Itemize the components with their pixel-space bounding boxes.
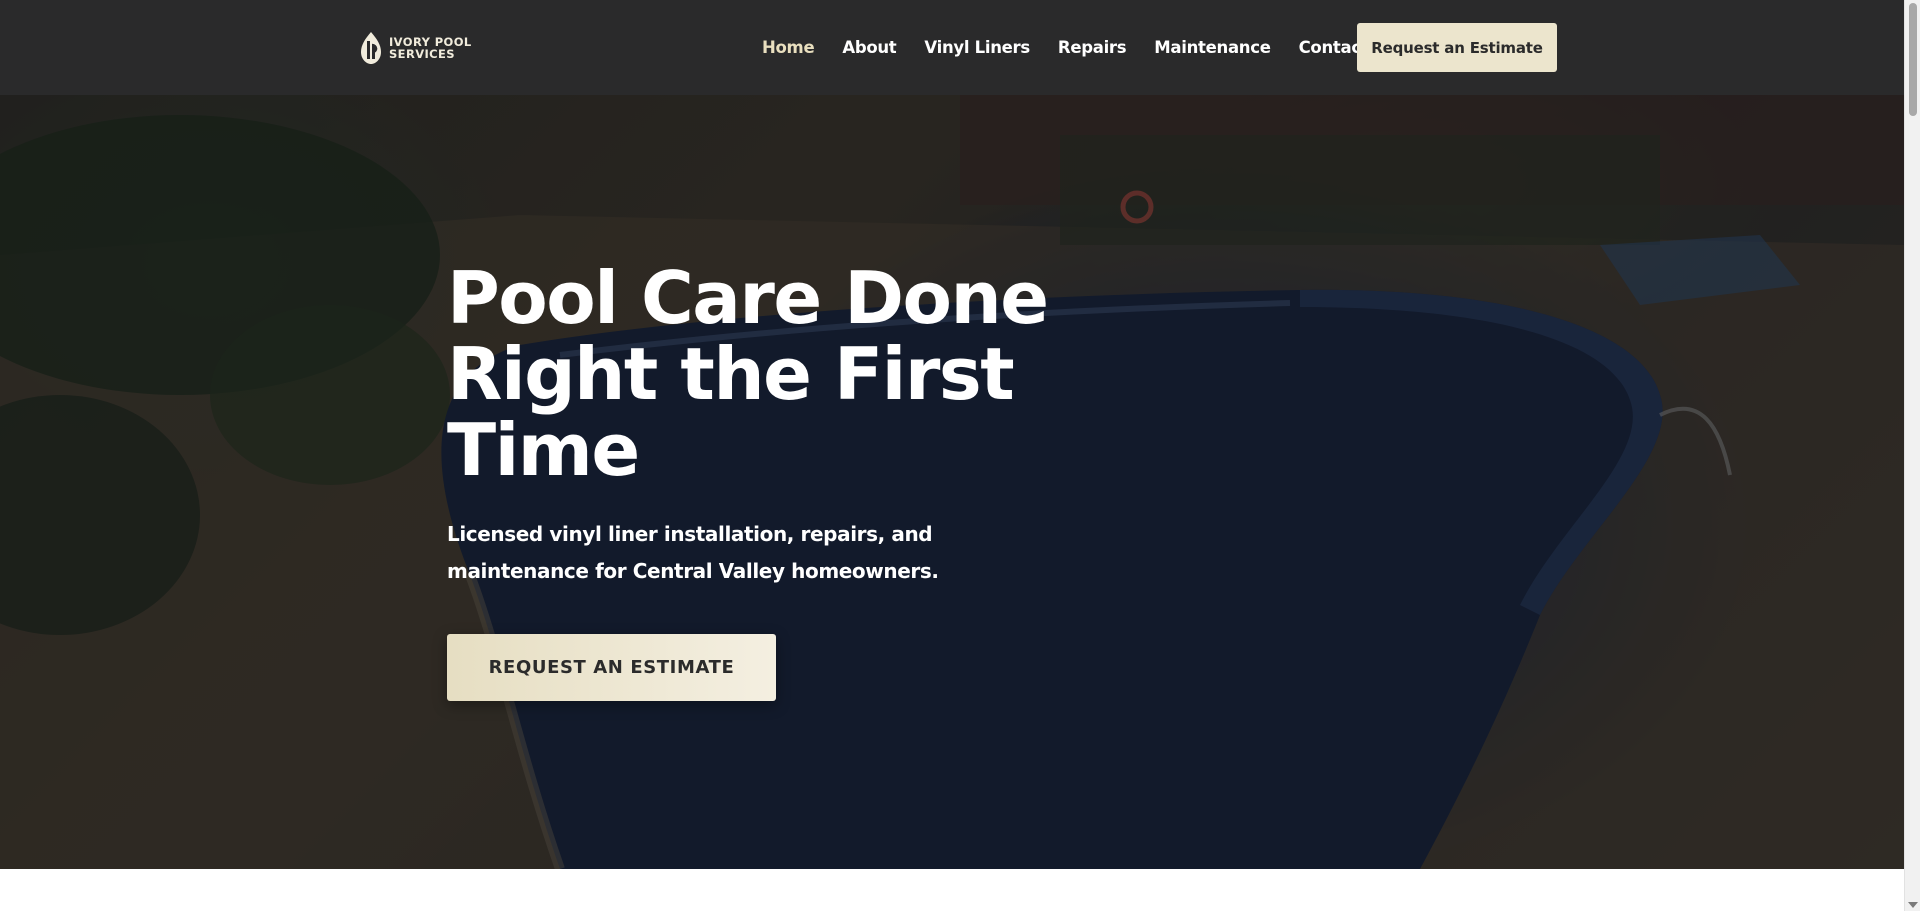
logo-icon (361, 32, 381, 64)
nav-home[interactable]: Home (762, 38, 815, 57)
scroll-down-arrow-icon[interactable] (1908, 902, 1918, 908)
logo-text-line2: SERVICES (389, 47, 455, 61)
header-request-estimate-button[interactable]: Request an Estimate (1357, 23, 1557, 72)
site-header: IVORY POOL SERVICES Home About Vinyl Lin… (0, 0, 1904, 95)
nav-about[interactable]: About (842, 38, 896, 57)
hero-section: Pool Care Done Right the First Time Lice… (0, 95, 1904, 869)
page-scrollbar[interactable] (1904, 0, 1920, 911)
hero-subtitle: Licensed vinyl liner installation, repai… (447, 522, 939, 583)
hero-content: Pool Care Done Right the First Time Lice… (447, 260, 1067, 701)
nav-maintenance[interactable]: Maintenance (1154, 38, 1271, 57)
scrollbar-thumb[interactable] (1909, 3, 1917, 116)
page: IVORY POOL SERVICES Home About Vinyl Lin… (0, 0, 1920, 911)
nav-vinyl-liners[interactable]: Vinyl Liners (924, 38, 1030, 57)
main-nav: Home About Vinyl Liners Repairs Maintena… (762, 0, 1413, 95)
hero-request-estimate-button[interactable]: REQUEST AN ESTIMATE (447, 634, 776, 701)
logo-text: IVORY POOL SERVICES (389, 36, 472, 60)
hero-title: Pool Care Done Right the First Time (447, 256, 1049, 492)
nav-repairs[interactable]: Repairs (1058, 38, 1127, 57)
site-logo[interactable]: IVORY POOL SERVICES (356, 29, 472, 67)
